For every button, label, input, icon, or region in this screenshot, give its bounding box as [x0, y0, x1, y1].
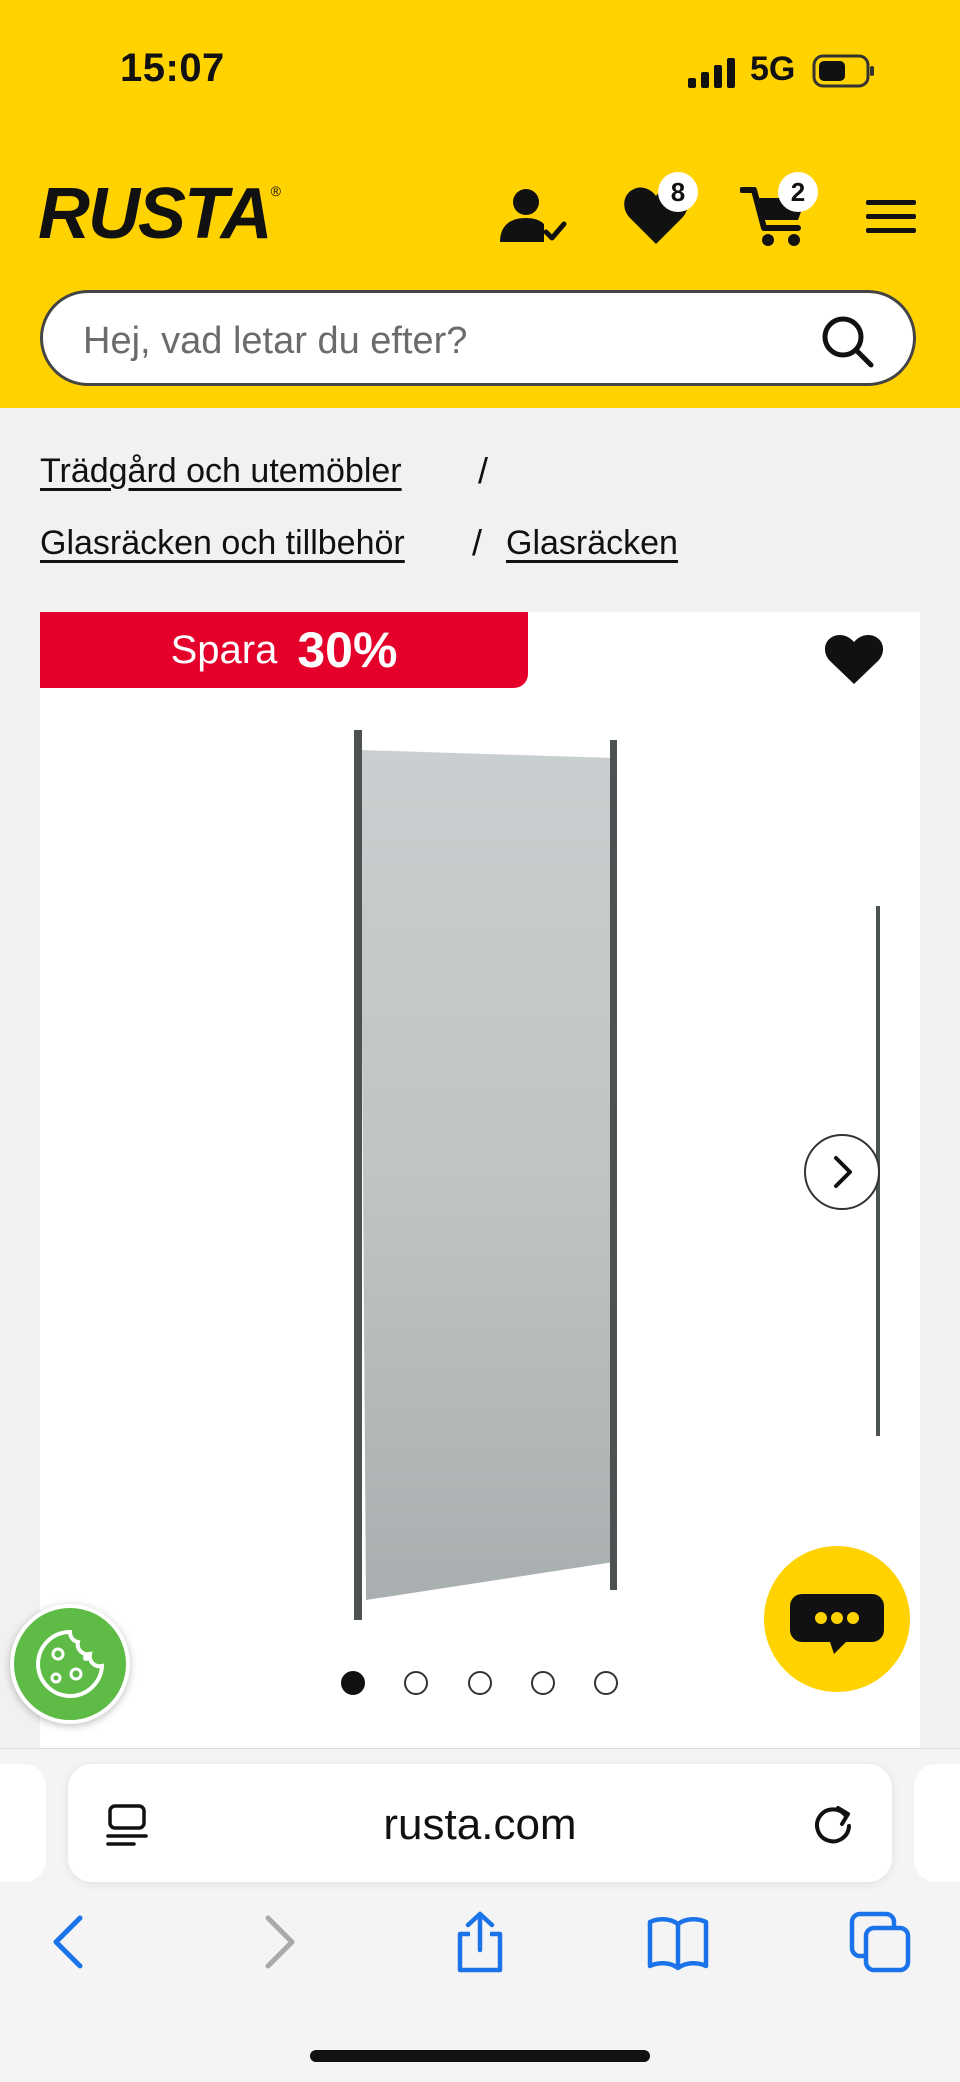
carousel-dot-2[interactable] — [404, 1671, 428, 1695]
chat-icon — [790, 1594, 884, 1654]
rusta-logo[interactable]: RUSTA® — [38, 178, 281, 250]
add-to-wishlist-heart-icon[interactable] — [822, 630, 886, 688]
chevron-right-icon — [834, 1156, 852, 1188]
account-check-icon[interactable] — [496, 180, 568, 252]
bookmarks-icon[interactable] — [646, 1910, 710, 1974]
sale-label: Spara — [170, 627, 278, 672]
search-icon[interactable] — [819, 313, 875, 369]
carousel-next-button[interactable] — [804, 1134, 880, 1210]
home-indicator — [310, 2050, 650, 2062]
menu-icon[interactable] — [858, 180, 924, 252]
sale-badge: Spara 30% — [40, 612, 528, 688]
cookie-icon — [36, 1629, 105, 1698]
breadcrumb-link-garden[interactable]: Trädgård och utemöbler — [40, 452, 402, 491]
breadcrumb-link-glass-railings-accessories[interactable]: Glasräcken och tillbehör — [40, 524, 405, 563]
address-bar[interactable]: rusta.com — [68, 1764, 892, 1882]
url-text: rusta.com — [383, 1800, 577, 1849]
sale-percent: 30% — [297, 622, 398, 678]
status-time: 15:07 — [120, 46, 225, 90]
carousel-dot-5[interactable] — [594, 1671, 618, 1695]
battery-icon — [812, 54, 874, 88]
breadcrumb-separator: / — [472, 522, 483, 563]
carousel-dot-4[interactable] — [531, 1671, 555, 1695]
logo-text: RUSTA — [38, 174, 273, 254]
carousel-dot-3[interactable] — [468, 1671, 492, 1695]
back-icon[interactable] — [38, 1910, 102, 1974]
breadcrumb-link-glass-railings[interactable]: Glasräcken — [506, 524, 678, 563]
search-bar[interactable] — [40, 290, 916, 386]
cart-count-badge: 2 — [778, 172, 818, 212]
cart-button[interactable]: 2 — [739, 172, 818, 252]
wishlist-count-badge: 8 — [658, 172, 698, 212]
logo-registered-mark: ® — [270, 183, 281, 199]
previous-tab-preview[interactable] — [0, 1764, 46, 1882]
wishlist-button[interactable]: 8 — [620, 172, 698, 252]
product-image-glass-panel — [354, 730, 617, 1620]
network-type: 5G — [750, 50, 796, 88]
next-tab-preview[interactable] — [914, 1764, 960, 1882]
reload-icon[interactable] — [808, 1798, 858, 1848]
share-icon[interactable] — [448, 1910, 512, 1974]
cookie-settings-button[interactable] — [10, 1604, 130, 1724]
search-input[interactable] — [81, 313, 805, 369]
forward-icon[interactable] — [246, 1910, 310, 1974]
carousel-dot-1[interactable] — [341, 1671, 365, 1695]
chat-button[interactable] — [764, 1546, 910, 1692]
breadcrumb-separator: / — [478, 450, 489, 491]
signal-icon — [688, 58, 735, 88]
tabs-icon[interactable] — [848, 1910, 912, 1974]
